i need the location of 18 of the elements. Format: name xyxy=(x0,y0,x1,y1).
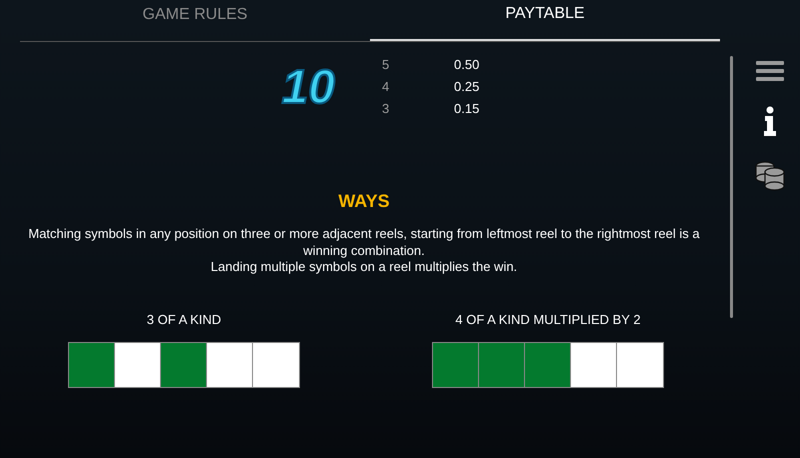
symbol-count: 3 xyxy=(382,100,390,118)
example-label: 4 OF A KIND MULTIPLIED BY 2 xyxy=(455,310,641,328)
symbol-ten: 10 xyxy=(282,64,335,112)
tab[interactable]: PAYTABLE xyxy=(370,0,720,41)
example-label: 3 OF A KIND xyxy=(146,310,222,328)
coins-icon[interactable] xyxy=(755,160,785,192)
rules-paragraph: Landing multiple symbols on a reel multiplies the win. xyxy=(210,259,518,276)
menu-icon[interactable] xyxy=(756,60,784,82)
symbol-count: 4 xyxy=(382,78,390,96)
rules-paragraph: Matching symbols in any position on three or more adjacent reels, starting from leftmost reel to the rightmost reel is a winning combination. xyxy=(27,226,701,259)
section-title: WAYS xyxy=(338,190,390,212)
payout-value: 0.15 xyxy=(454,100,480,118)
symbol-count: 5 xyxy=(382,56,390,74)
payout-value: 0.50 xyxy=(454,56,480,74)
payout-value: 0.25 xyxy=(454,78,480,96)
scrollbar-thumb[interactable] xyxy=(730,56,732,318)
info-icon[interactable] xyxy=(763,106,777,136)
tab[interactable]: GAME RULES xyxy=(20,0,370,41)
